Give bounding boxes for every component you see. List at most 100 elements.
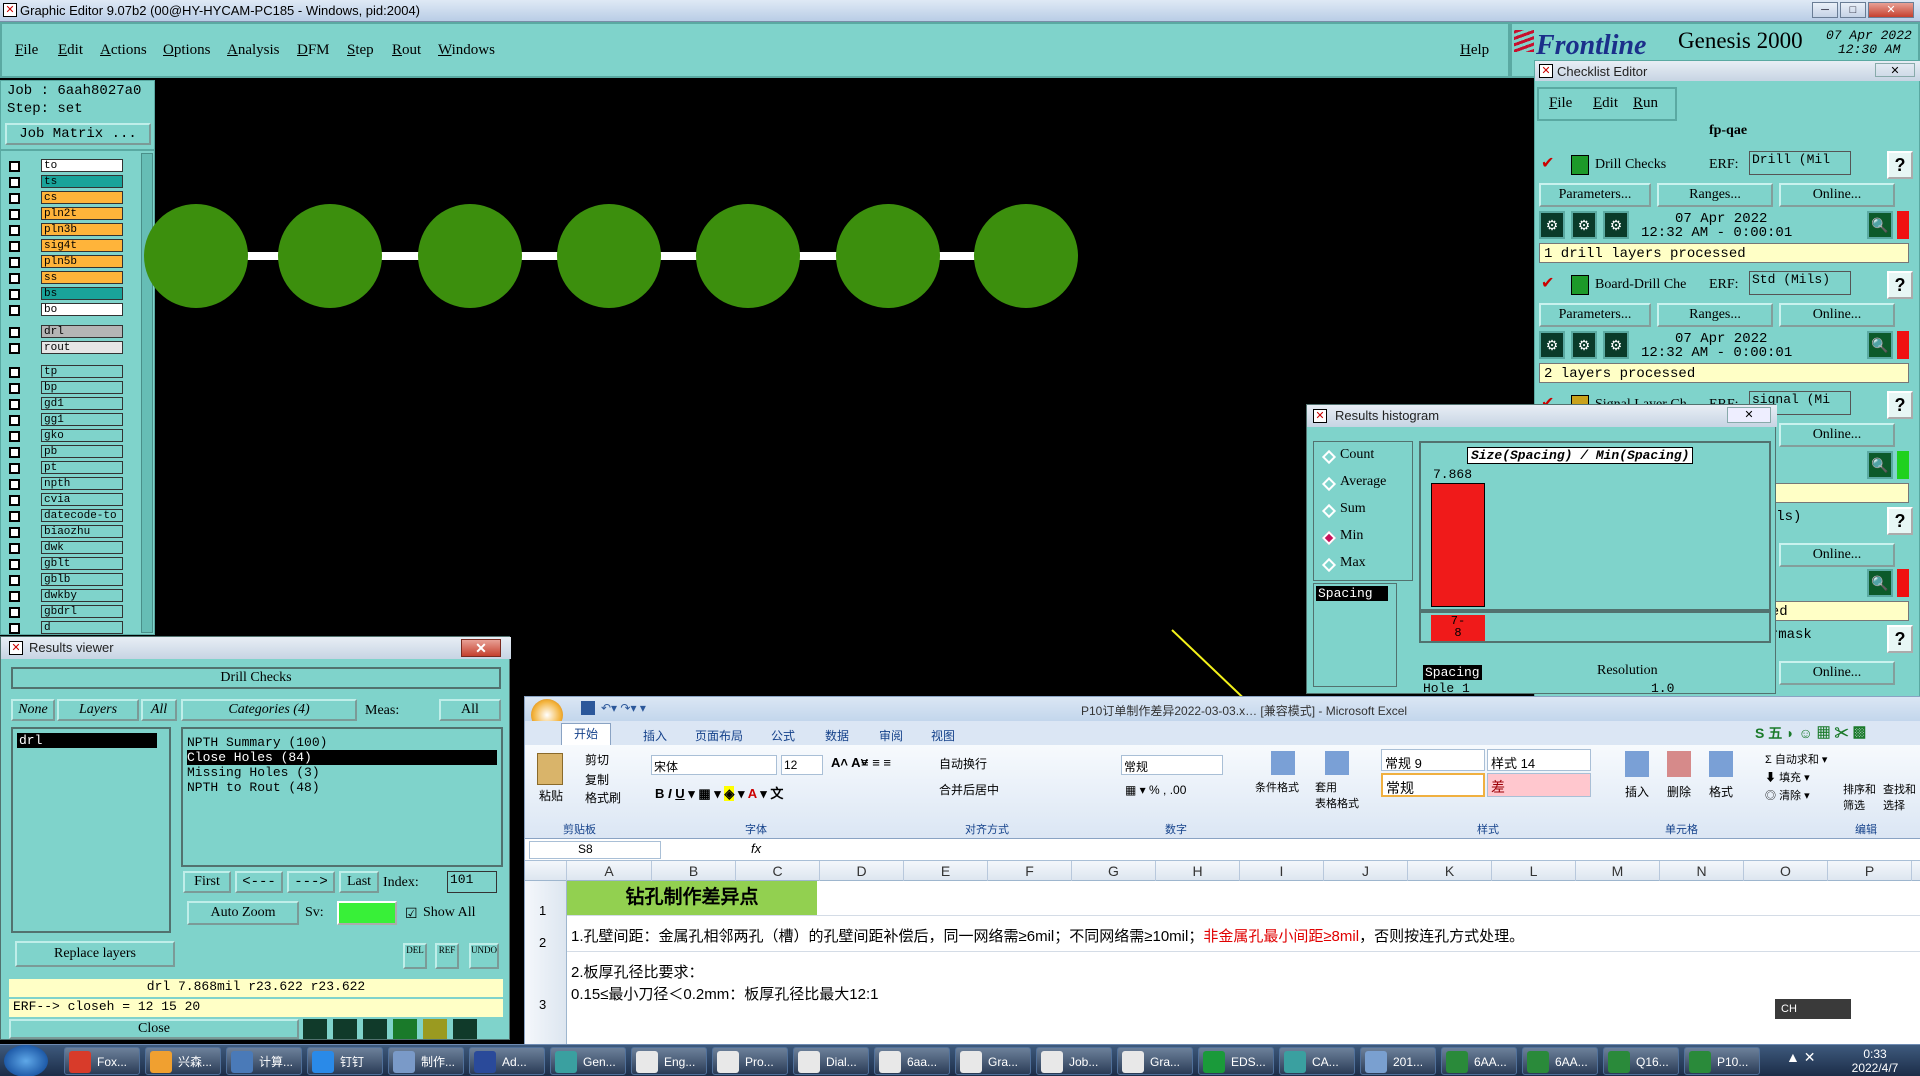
layer-checkbox[interactable]	[9, 511, 20, 522]
layer-checkbox[interactable]	[9, 193, 20, 204]
taskbar-item[interactable]: Gen...	[550, 1047, 626, 1075]
category-item[interactable]: NPTH Summary (100)	[187, 735, 497, 750]
layer-name[interactable]: d	[41, 621, 123, 634]
font-size-select[interactable]: 12	[781, 755, 823, 775]
run-icon[interactable]: ⚙	[1571, 331, 1597, 359]
zoom-results-icon[interactable]: 🔍	[1867, 451, 1893, 479]
layer-checkbox[interactable]	[9, 257, 20, 268]
layer-row[interactable]: gd1	[1, 397, 156, 411]
insert-cells-button[interactable]: 插入	[1625, 783, 1649, 800]
max-radio[interactable]	[1321, 557, 1337, 573]
menu-actions[interactable]: Actions	[100, 42, 147, 59]
taskbar-item[interactable]: CA...	[1279, 1047, 1355, 1075]
layer-row[interactable]: ts	[1, 175, 156, 189]
menu-rout[interactable]: Rout	[392, 42, 421, 59]
paste-icon[interactable]	[537, 753, 563, 785]
online-button[interactable]: Online...	[1779, 543, 1895, 567]
close-results-button[interactable]: Close	[9, 1019, 299, 1039]
layer-row[interactable]: drl	[1, 325, 156, 339]
taskbar-item[interactable]: 计算...	[226, 1047, 302, 1075]
layer-name[interactable]: npth	[41, 477, 123, 490]
column-header[interactable]: J	[1324, 861, 1408, 881]
zoom-results-icon[interactable]: 🔍	[1867, 211, 1893, 239]
find-select-button[interactable]: 查找和 选择	[1883, 781, 1916, 813]
results-viewer-close-button[interactable]: ✕	[461, 639, 501, 657]
taskbar-item[interactable]: 201...	[1360, 1047, 1436, 1075]
maximize-button[interactable]: □	[1840, 2, 1866, 18]
replace-layers-dropdown[interactable]: Replace layers	[15, 941, 175, 967]
auto-zoom-dropdown[interactable]: Auto Zoom	[187, 901, 299, 925]
layer-checkbox[interactable]	[9, 575, 20, 586]
layer-name[interactable]: gbdrl	[41, 605, 123, 618]
layer-checkbox[interactable]	[9, 177, 20, 188]
column-header[interactable]: M	[1576, 861, 1660, 881]
layer-name[interactable]: bo	[41, 303, 123, 316]
layer-checkbox[interactable]	[9, 289, 20, 300]
wrap-text-button[interactable]: 自动换行	[939, 755, 987, 772]
layer-checkbox[interactable]	[9, 241, 20, 252]
format-cells-button[interactable]: 格式	[1709, 783, 1733, 800]
column-header[interactable]: N	[1660, 861, 1744, 881]
layer-checkbox[interactable]	[9, 623, 20, 634]
layer-name[interactable]: dwk	[41, 541, 123, 554]
layer-name[interactable]: cs	[41, 191, 123, 204]
column-header[interactable]: C	[736, 861, 820, 881]
chart-icon[interactable]	[453, 1019, 477, 1039]
number-format-select[interactable]: 常规	[1121, 755, 1223, 775]
number-format-icons[interactable]: ▦ ▾ % , .00	[1125, 783, 1186, 797]
layer-name[interactable]: ts	[41, 175, 123, 188]
taskbar-item[interactable]: Gra...	[955, 1047, 1031, 1075]
layer-row[interactable]: bp	[1, 381, 156, 395]
histogram-close-button[interactable]: ✕	[1727, 407, 1771, 423]
min-radio[interactable]	[1321, 530, 1337, 546]
bin-label[interactable]: 7- 8	[1431, 615, 1485, 641]
layer-name[interactable]: gblt	[41, 557, 123, 570]
undo-icon[interactable]: ↶▾ ↷▾ ▾	[601, 701, 646, 715]
layer-row[interactable]: ss	[1, 271, 156, 285]
spreadsheet[interactable]: ABCDEFGHIJKLMNOP 1 2 3 钻孔制作差异点 1.孔壁间距：金属…	[525, 861, 1920, 1045]
layer-row[interactable]: bo	[1, 303, 156, 317]
layer-name[interactable]: bp	[41, 381, 123, 394]
ranges-button[interactable]: Ranges...	[1657, 183, 1773, 207]
checklist-menu-run[interactable]: Run	[1633, 95, 1658, 112]
spacing-list-item[interactable]: Spacing	[1423, 665, 1482, 680]
taskbar-item[interactable]: 制作...	[388, 1047, 464, 1075]
copy-button[interactable]: 复制	[585, 771, 609, 788]
sogou-ime-toolbar[interactable]: S 五 ◗ ☺ ▦ ✂ ▩	[1755, 723, 1915, 743]
font-name-select[interactable]: 宋体	[651, 755, 777, 775]
merge-center-button[interactable]: 合并后居中	[939, 781, 999, 798]
layer-checkbox[interactable]	[9, 559, 20, 570]
style-normal[interactable]: 常规	[1381, 773, 1485, 797]
font-style-buttons[interactable]: B I U ▾ ▦ ▾ ◈ ▾ A ▾ 文	[655, 783, 783, 802]
highlight-icon[interactable]	[303, 1019, 327, 1039]
layer-name[interactable]: gko	[41, 429, 123, 442]
layer-name[interactable]: dwkby	[41, 589, 123, 602]
taskbar-item[interactable]: EDS...	[1198, 1047, 1274, 1075]
sum-radio[interactable]	[1321, 503, 1337, 519]
spacing-item[interactable]: Spacing	[1316, 586, 1388, 601]
layer-checkbox[interactable]	[9, 367, 20, 378]
help-button[interactable]: ?	[1887, 507, 1913, 535]
layer-row[interactable]: pln3b	[1, 223, 156, 237]
mark-icon[interactable]	[333, 1019, 357, 1039]
row-header-1[interactable]: 1	[539, 903, 546, 918]
checklist-close-button[interactable]: ✕	[1875, 63, 1915, 77]
layer-name[interactable]: cvia	[41, 493, 123, 506]
help-button[interactable]: ?	[1887, 151, 1913, 179]
layer-checkbox[interactable]	[9, 305, 20, 316]
layer-row[interactable]: sig4t	[1, 239, 156, 253]
layer-row[interactable]: biaozhu	[1, 525, 156, 539]
layer-name[interactable]: pt	[41, 461, 123, 474]
style-bad[interactable]: 差	[1487, 773, 1591, 797]
tab-data[interactable]: 数据	[825, 727, 849, 744]
layer-checkbox[interactable]	[9, 343, 20, 354]
layer-row[interactable]: pb	[1, 445, 156, 459]
layer-row[interactable]: bs	[1, 287, 156, 301]
layer-name[interactable]: drl	[41, 325, 123, 338]
layer-name[interactable]: rout	[41, 341, 123, 354]
layer-checkbox[interactable]	[9, 415, 20, 426]
start-button[interactable]	[4, 1045, 48, 1076]
layer-list-item[interactable]: drl	[17, 733, 157, 748]
layer-row[interactable]: tp	[1, 365, 156, 379]
layer-row[interactable]: gko	[1, 429, 156, 443]
